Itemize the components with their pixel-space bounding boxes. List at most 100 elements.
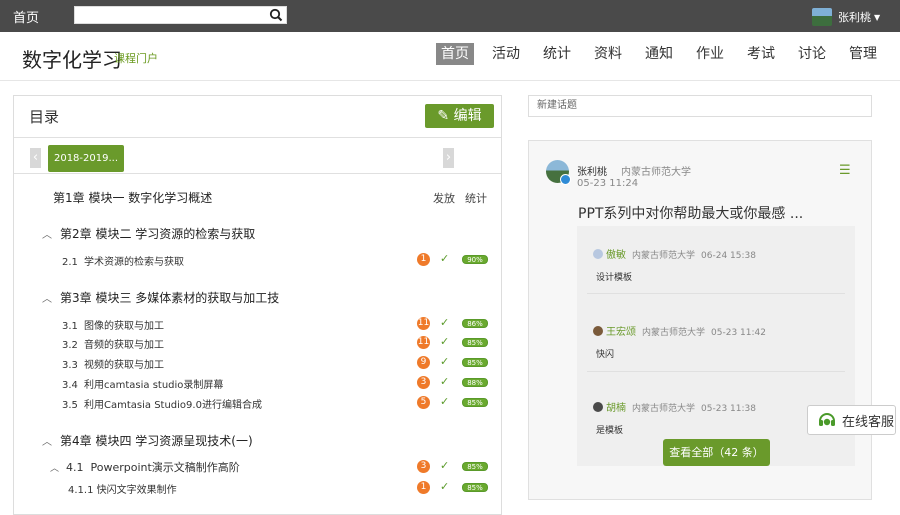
- section-row[interactable]: 3.1 图像的获取与加工 11 ✓ 86%: [14, 316, 501, 332]
- user-menu[interactable]: 张利桃 ▼: [812, 8, 880, 26]
- reply-item: 王宏颂 内蒙古师范大学 05-23 11:42 快闪: [593, 320, 766, 360]
- chevron-left-icon[interactable]: ‹: [30, 148, 41, 168]
- nav-statistics[interactable]: 统计: [538, 43, 576, 65]
- section-title: Powerpoint演示文稿制作高阶: [90, 461, 240, 474]
- edit-button[interactable]: ✎ 编辑: [425, 104, 494, 128]
- completion-badge: 85%: [462, 483, 488, 492]
- topic-title[interactable]: PPT系列中对你帮助最大或你最感 ...: [578, 203, 803, 223]
- avatar: [812, 8, 832, 26]
- task-count-badge: 3: [417, 376, 430, 389]
- reply-school: 内蒙古师范大学: [632, 404, 696, 414]
- reply-text: 快闪: [596, 350, 615, 360]
- task-count-badge: 9: [417, 356, 430, 369]
- reply-school: 内蒙古师范大学: [642, 328, 706, 338]
- pencil-icon: ✎: [437, 108, 450, 124]
- view-all-button[interactable]: 查看全部（42 条）: [663, 439, 770, 466]
- headset-icon: [819, 413, 835, 426]
- verified-badge-icon: [560, 174, 571, 185]
- section-number: 4.1.1: [68, 485, 94, 496]
- nav-manage[interactable]: 管理: [844, 43, 882, 65]
- nav-discussion[interactable]: 讨论: [793, 43, 831, 65]
- term-tab[interactable]: 2018-2019...: [48, 145, 124, 172]
- task-count-badge: 5: [417, 396, 430, 409]
- section-number: 3.5: [62, 400, 78, 411]
- search-input[interactable]: [74, 6, 287, 24]
- completion-badge: 85%: [462, 338, 488, 347]
- task-count-badge: 1: [417, 253, 430, 266]
- reply-item: 傲敏 内蒙古师范大学 06-24 15:38 设计模板: [593, 243, 756, 283]
- section-title: 学术资源的检索与获取: [84, 257, 184, 268]
- check-icon: ✓: [440, 459, 450, 472]
- avatar: [593, 249, 603, 259]
- reply-date: 05-23 11:42: [711, 328, 766, 338]
- chapter-row[interactable]: ︿ 第2章 模块二 学习资源的检索与获取: [14, 225, 501, 242]
- nav-activities[interactable]: 活动: [487, 43, 525, 65]
- top-bar: 首页 张利桃 ▼: [0, 0, 900, 32]
- user-name: 张利桃: [838, 11, 871, 24]
- avatar: [593, 402, 603, 412]
- completion-badge: 85%: [462, 462, 488, 471]
- task-count-badge: 11: [417, 317, 430, 330]
- divider: [14, 173, 501, 174]
- check-icon: ✓: [440, 335, 450, 348]
- section-number: 3.1: [62, 321, 78, 332]
- check-icon: ✓: [440, 355, 450, 368]
- chevron-up-icon[interactable]: ︿: [42, 433, 60, 448]
- section-title: 快闪文字效果制作: [96, 485, 177, 496]
- nav-notices[interactable]: 通知: [640, 43, 678, 65]
- completion-badge: 90%: [462, 255, 488, 264]
- section-row[interactable]: 4.1.1 快闪文字效果制作 1 ✓ 85%: [14, 480, 501, 496]
- main-nav: 首页 活动 统计 资料 通知 作业 考试 讨论 管理: [436, 43, 895, 65]
- completion-badge: 86%: [462, 319, 488, 328]
- reply-date: 05-23 11:38: [701, 404, 756, 414]
- nav-home[interactable]: 首页: [436, 43, 474, 65]
- chevron-up-icon[interactable]: ︿: [42, 290, 60, 305]
- check-icon: ✓: [440, 395, 450, 408]
- reply-author[interactable]: 胡楠: [606, 403, 626, 414]
- divider: [587, 293, 845, 294]
- home-link[interactable]: 首页: [13, 7, 39, 26]
- completion-badge: 88%: [462, 378, 488, 387]
- check-icon: ✓: [440, 480, 450, 493]
- section-title: 利用Camtasia Studio9.0进行编辑合成: [84, 400, 262, 411]
- nav-materials[interactable]: 资料: [589, 43, 627, 65]
- catalog-title: 目录: [29, 108, 60, 126]
- reply-author[interactable]: 王宏颂: [606, 327, 636, 338]
- reply-author[interactable]: 傲敏: [606, 250, 626, 261]
- section-row[interactable]: 3.4 利用camtasia studio录制屏幕 3 ✓ 88%: [14, 375, 501, 391]
- section-title: 音频的获取与加工: [84, 340, 164, 351]
- statistics-link[interactable]: 统计: [465, 192, 487, 205]
- completion-badge: 85%: [462, 398, 488, 407]
- reply-text: 设计模板: [596, 273, 633, 283]
- task-count-badge: 11: [417, 336, 430, 349]
- section-row[interactable]: 3.2 音频的获取与加工 11 ✓ 85%: [14, 335, 501, 351]
- search-icon[interactable]: [266, 7, 286, 23]
- chapter-row[interactable]: ︿ 第3章 模块三 多媒体素材的获取与加工技: [14, 289, 501, 306]
- menu-icon[interactable]: ☰: [839, 163, 851, 178]
- task-count-badge: 1: [417, 481, 430, 494]
- chevron-right-icon[interactable]: ›: [443, 148, 454, 168]
- distribute-link[interactable]: 发放: [433, 192, 455, 205]
- section-row[interactable]: 2.1 学术资源的检索与获取 1 ✓ 90%: [14, 252, 501, 268]
- catalog-panel: 目录 ✎ 编辑 ‹ 2018-2019... › 第1章 模块一 数字化学习概述…: [13, 95, 502, 515]
- nav-assignments[interactable]: 作业: [691, 43, 729, 65]
- section-number: 3.3: [62, 360, 78, 371]
- chevron-up-icon[interactable]: ︿: [50, 461, 66, 474]
- new-topic-input[interactable]: 新建话题: [528, 95, 872, 117]
- reply-text: 是模板: [596, 426, 624, 436]
- author-name[interactable]: 张利桃: [577, 163, 607, 178]
- edit-label: 编辑: [453, 108, 482, 124]
- section-row[interactable]: 3.3 视频的获取与加工 9 ✓ 85%: [14, 355, 501, 371]
- section-row[interactable]: 3.5 利用Camtasia Studio9.0进行编辑合成 5 ✓ 85%: [14, 395, 501, 411]
- check-icon: ✓: [440, 316, 450, 329]
- chevron-up-icon[interactable]: ︿: [42, 226, 60, 241]
- chapter-title: 第2章 模块二 学习资源的检索与获取: [60, 227, 256, 241]
- reply-item: 胡楠 内蒙古师范大学 05-23 11:38 是模板: [593, 396, 756, 436]
- chapter-title: 第3章 模块三 多媒体素材的获取与加工技: [60, 291, 280, 305]
- chapter-row[interactable]: ︿ 第4章 模块四 学习资源呈现技术(一): [14, 432, 501, 449]
- nav-exams[interactable]: 考试: [742, 43, 780, 65]
- chapter-actions: 发放 统计: [433, 190, 497, 206]
- section-number: 3.4: [62, 380, 78, 391]
- online-service-button[interactable]: 在线客服: [807, 405, 896, 435]
- section-row[interactable]: ︿ 4.1 Powerpoint演示文稿制作高阶 3 ✓ 85%: [14, 459, 501, 475]
